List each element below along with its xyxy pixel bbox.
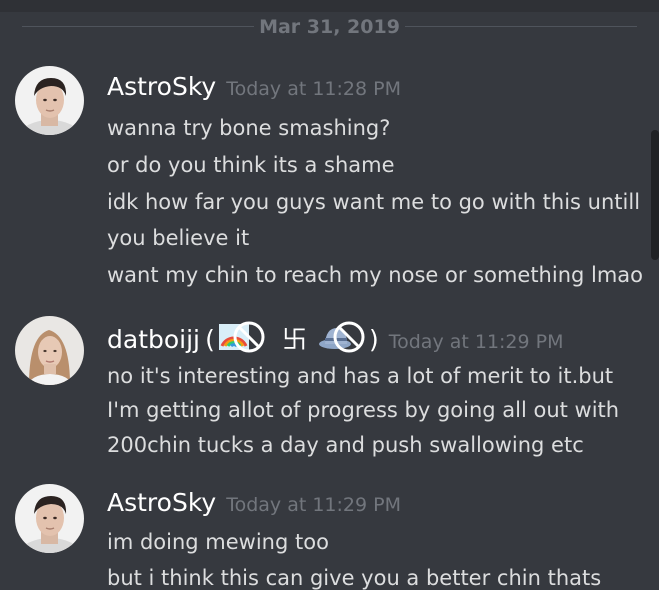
name-open-paren: (	[205, 325, 215, 354]
top-bar	[0, 0, 659, 12]
rainbow-prohibited-icon	[217, 320, 267, 358]
hat-prohibited-icon	[317, 320, 367, 358]
message-line: wanna try bone smashing?	[107, 116, 391, 140]
message-header: AstroSky Today at 11:29 PM	[107, 488, 401, 517]
name-close-paren: )	[368, 325, 379, 354]
message-header: AstroSky Today at 11:28 PM	[107, 72, 401, 101]
message-line: but i think this can give you a better c…	[107, 566, 602, 590]
username[interactable]: AstroSky	[107, 488, 216, 517]
timestamp: Today at 11:29 PM	[226, 494, 401, 516]
name-symbol: 卐	[281, 325, 307, 354]
date-label: Mar 31, 2019	[259, 16, 400, 38]
avatar[interactable]	[15, 316, 84, 385]
message-line: I'm getting allot of progress by going a…	[107, 398, 620, 422]
message-line: 200chin tucks a day and push swallowing …	[107, 433, 584, 457]
message-line: want my chin to reach my nose or somethi…	[107, 263, 644, 287]
username[interactable]: datboijj	[107, 325, 200, 354]
avatar[interactable]	[15, 66, 84, 135]
message-line: you believe it	[107, 226, 250, 250]
divider-line-right	[405, 26, 637, 27]
date-divider: Mar 31, 2019	[0, 12, 659, 42]
message-line: idk how far you guys want me to go with …	[107, 190, 641, 214]
divider-line-left	[22, 26, 254, 27]
message-line: or do you think its a shame	[107, 153, 395, 177]
timestamp: Today at 11:29 PM	[388, 331, 564, 353]
timestamp: Today at 11:28 PM	[226, 78, 401, 100]
message-line: im doing mewing too	[107, 530, 329, 554]
message-line: no it's interesting and has a lot of mer…	[107, 364, 614, 388]
scrollbar-thumb[interactable]	[651, 130, 659, 260]
username[interactable]: AstroSky	[107, 72, 216, 101]
avatar[interactable]	[15, 484, 84, 553]
message-header: datboijj ( 卐 ) Today at 11:29 PM	[107, 320, 564, 358]
